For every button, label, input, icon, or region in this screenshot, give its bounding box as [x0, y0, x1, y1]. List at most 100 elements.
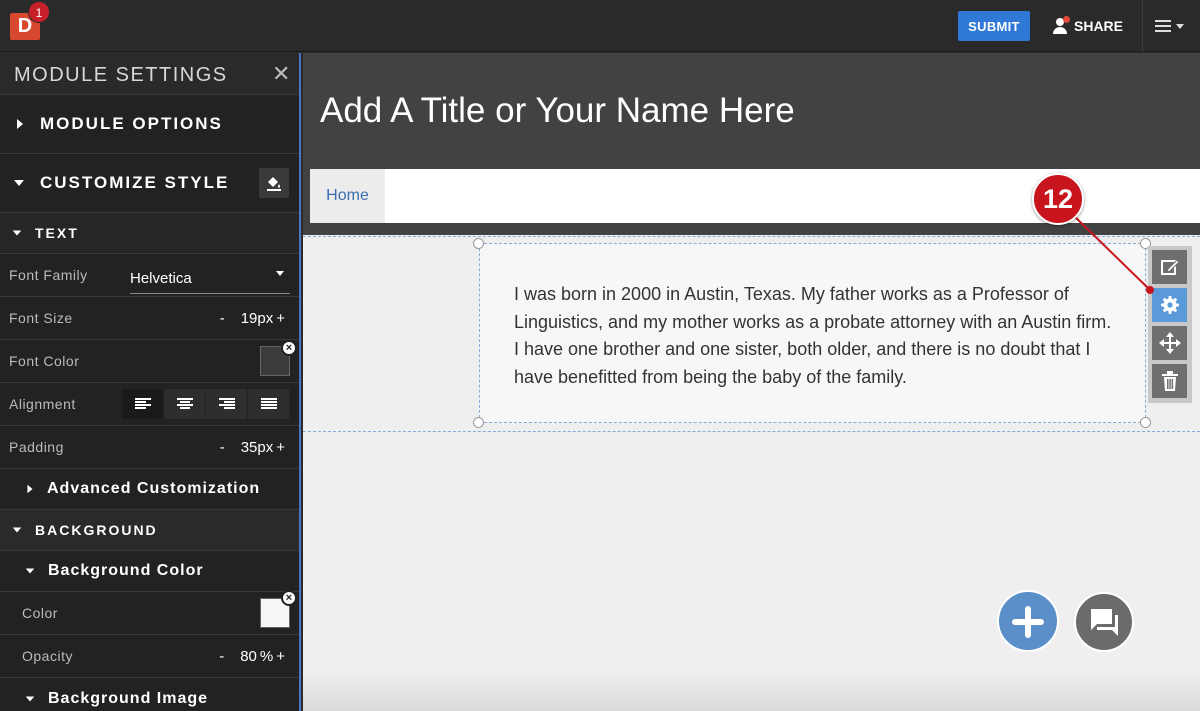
resize-handle-bottom-left[interactable] [473, 417, 484, 428]
chevron-down-icon [276, 271, 284, 276]
section-label: BACKGROUND [35, 522, 158, 538]
align-left-icon [134, 398, 151, 410]
gear-icon [1160, 296, 1179, 314]
opacity-row: Opacity - 80 % + [0, 635, 299, 678]
section-customize-style[interactable]: CUSTOMIZE STYLE [0, 154, 299, 213]
padding-stepper[interactable]: - 35 px + [220, 439, 285, 456]
align-right-button[interactable] [206, 389, 247, 419]
font-size-row: Font Size - 19 px + [0, 297, 299, 340]
chat-button[interactable] [1074, 592, 1134, 652]
padding-label: Padding [9, 439, 64, 455]
font-family-row: Font Family Helvetica [0, 254, 299, 297]
module-paragraph[interactable]: I was born in 2000 in Austin, Texas. My … [514, 281, 1114, 391]
resize-handle-top-left[interactable] [473, 238, 484, 249]
font-size-stepper[interactable]: - 19 px + [220, 310, 285, 327]
page-title[interactable]: Add A Title or Your Name Here [320, 91, 795, 131]
section-label: CUSTOMIZE STYLE [40, 173, 230, 192]
section-label: MODULE OPTIONS [40, 114, 223, 133]
font-size-label: Font Size [9, 310, 73, 326]
color-label: Color [22, 605, 58, 621]
section-label: Background Color [48, 562, 204, 579]
align-right-icon [218, 398, 235, 410]
nav-link-home[interactable]: Home [310, 169, 385, 223]
opacity-stepper[interactable]: - 80 % + [219, 648, 285, 665]
close-icon[interactable]: ✕ [272, 61, 290, 87]
padding-value[interactable]: 35 [241, 439, 258, 456]
align-center-icon [176, 398, 193, 410]
font-family-value: Helvetica [130, 270, 192, 287]
hamburger-icon [1155, 20, 1171, 22]
font-color-row: Font Color × [0, 340, 299, 383]
add-module-button[interactable] [997, 590, 1059, 652]
step-callout-badge: 12 [1032, 173, 1084, 225]
notification-badge[interactable]: 1 [28, 1, 50, 23]
opacity-unit: % [259, 648, 274, 665]
text-module[interactable]: I was born in 2000 in Austin, Texas. My … [479, 243, 1146, 423]
resize-handle-bottom-right[interactable] [1140, 417, 1151, 428]
section-advanced-customization[interactable]: Advanced Customization [0, 469, 299, 510]
align-center-button[interactable] [164, 389, 205, 419]
module-toolbar [1148, 246, 1192, 403]
align-left-button[interactable] [122, 389, 163, 419]
chevron-right-icon [27, 484, 33, 494]
font-size-unit: px [257, 310, 274, 327]
font-size-value[interactable]: 19 [241, 310, 258, 327]
delete-button[interactable] [1152, 364, 1187, 398]
submit-button[interactable]: SUBMIT [958, 11, 1030, 41]
chevron-down-icon [1176, 24, 1184, 29]
module-settings-panel: MODULE SETTINGS ✕ MODULE OPTIONS CUSTOMI… [0, 53, 301, 711]
font-family-select[interactable]: Helvetica [130, 266, 290, 294]
paint-bucket-button[interactable] [259, 168, 289, 198]
section-background-color[interactable]: Background Color [0, 551, 299, 592]
section-module-options[interactable]: MODULE OPTIONS [0, 95, 299, 154]
chevron-down-icon [25, 695, 35, 702]
move-button[interactable] [1152, 326, 1187, 360]
section-label: TEXT [35, 225, 79, 241]
font-color-label: Font Color [9, 353, 80, 369]
padding-unit: px [257, 439, 274, 456]
align-justify-button[interactable] [248, 389, 289, 419]
chevron-right-icon [17, 119, 23, 129]
clear-icon[interactable]: × [281, 340, 297, 356]
alignment-group [122, 389, 289, 419]
opacity-value[interactable]: 80 [240, 648, 257, 665]
color-row: Color × [0, 590, 299, 635]
canvas-bottom-shadow [303, 673, 1200, 711]
edit-icon [1160, 259, 1180, 275]
decrement-button[interactable]: - [220, 310, 225, 327]
alignment-label: Alignment [9, 396, 76, 412]
menu-divider [1142, 0, 1143, 52]
settings-button[interactable] [1152, 288, 1187, 322]
trash-icon [1161, 371, 1178, 391]
panel-header: MODULE SETTINGS ✕ [0, 53, 299, 95]
opacity-label: Opacity [22, 648, 73, 664]
align-justify-icon [260, 398, 277, 410]
decrement-button[interactable]: - [220, 439, 225, 456]
page-canvas: Add A Title or Your Name Here Home I was… [303, 53, 1200, 711]
font-family-label: Font Family [9, 267, 88, 283]
chevron-down-icon [25, 568, 35, 574]
paint-bucket-icon [267, 177, 281, 191]
section-text[interactable]: TEXT [0, 213, 299, 254]
share-button[interactable]: SHARE [1052, 15, 1123, 37]
share-label: SHARE [1074, 18, 1124, 34]
increment-button[interactable]: + [276, 439, 285, 456]
alignment-row: Alignment [0, 383, 299, 426]
padding-row: Padding - 35 px + [0, 426, 299, 469]
section-label: Advanced Customization [47, 480, 261, 497]
hamburger-menu-button[interactable] [1155, 18, 1189, 34]
section-background[interactable]: BACKGROUND [0, 510, 299, 551]
chevron-down-icon [12, 527, 22, 533]
move-icon [1158, 332, 1181, 354]
section-label: Background Image [48, 689, 209, 707]
increment-button[interactable]: + [276, 310, 285, 327]
nav-divider [303, 223, 1200, 235]
increment-button[interactable]: + [276, 648, 285, 665]
chevron-down-icon [12, 230, 22, 236]
decrement-button[interactable]: - [219, 648, 224, 665]
chevron-down-icon [14, 180, 24, 186]
edit-button[interactable] [1152, 250, 1187, 284]
clear-icon[interactable]: × [281, 590, 297, 606]
top-bar: D 1 SUBMIT SHARE [0, 0, 1200, 52]
section-background-image[interactable]: Background Image [0, 678, 299, 711]
